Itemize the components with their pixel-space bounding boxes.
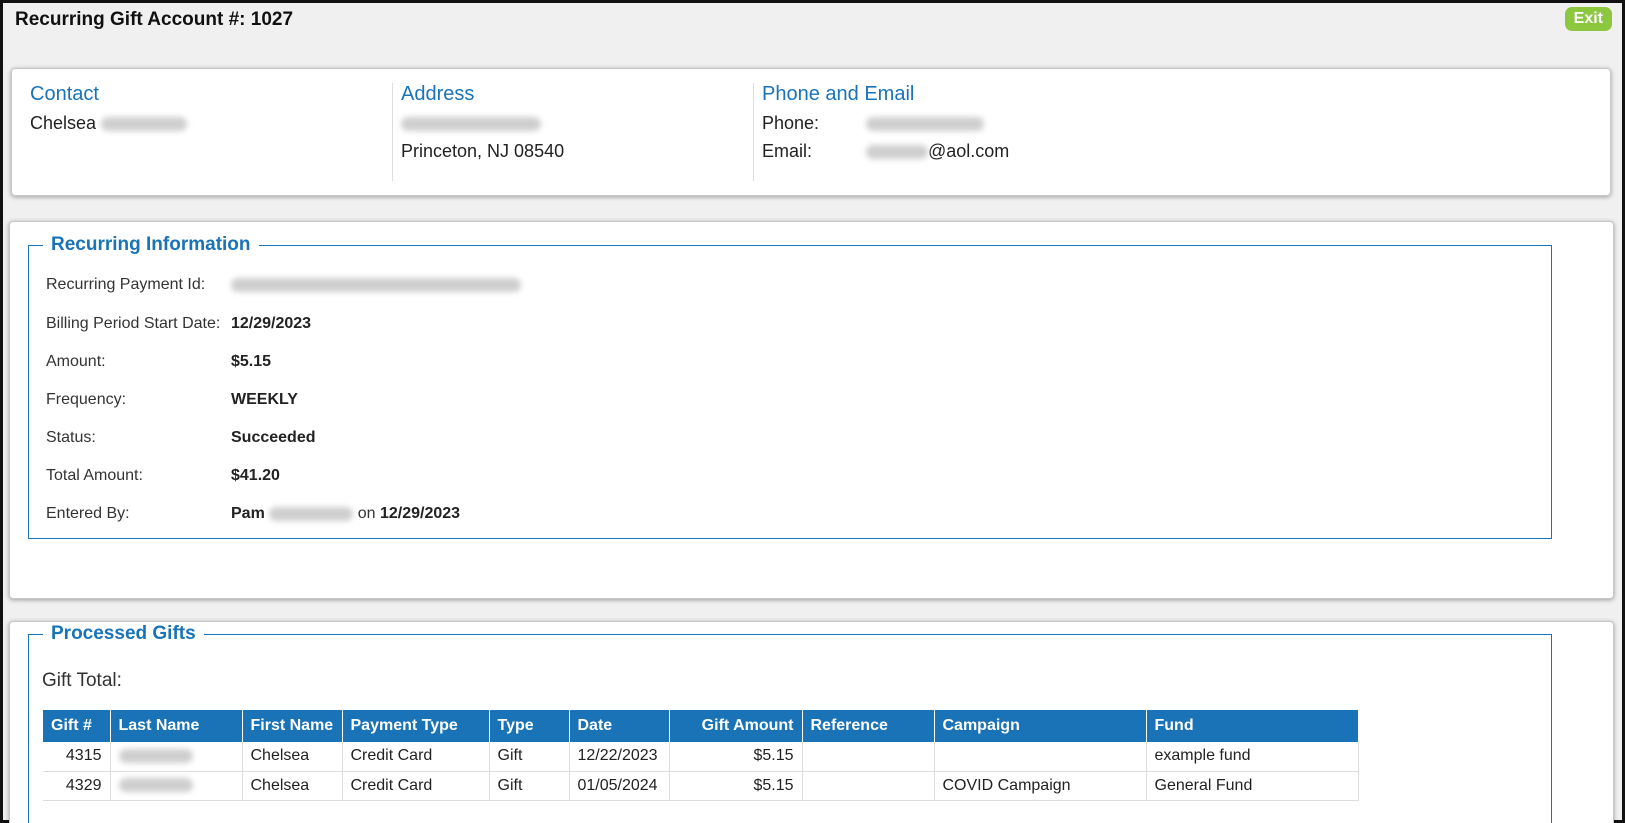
info-row-status: Status: Succeeded xyxy=(46,429,315,447)
cell-first-name: Chelsea xyxy=(242,742,343,772)
contact-title: Contact xyxy=(30,83,99,105)
cell-payment-type: Credit Card xyxy=(342,742,490,772)
info-row-frequency: Frequency: WEEKLY xyxy=(46,391,298,409)
address-column: Address Princeton, NJ 08540 xyxy=(392,83,752,181)
cell-date: 12/22/2023 xyxy=(569,742,670,772)
cell-gift-no: 4315 xyxy=(43,742,111,772)
page-title: Recurring Gift Account #: 1027 xyxy=(15,9,294,30)
cell-type: Gift xyxy=(489,742,570,772)
frequency-label: Frequency: xyxy=(46,391,127,408)
contact-name: Chelsea xyxy=(30,113,382,134)
col-fund[interactable]: Fund xyxy=(1146,710,1359,742)
info-row-amount: Amount: $5.15 xyxy=(46,353,271,371)
redacted-payment-id xyxy=(231,277,521,292)
address-city: Princeton, NJ 08540 xyxy=(401,141,565,161)
col-first-name[interactable]: First Name xyxy=(242,710,343,742)
cell-last-name xyxy=(110,742,243,772)
phone-row: Phone: xyxy=(762,113,1253,134)
entered-date-value: 12/29/2023 xyxy=(379,505,461,522)
redacted-last-name xyxy=(118,778,193,793)
cell-fund: General Fund xyxy=(1146,771,1359,801)
gift-total-label: Gift Total: xyxy=(42,670,122,691)
total-amount-label: Total Amount: xyxy=(46,467,143,484)
cell-campaign xyxy=(934,742,1147,772)
cell-gift-no: 4329 xyxy=(43,771,111,801)
col-date[interactable]: Date xyxy=(569,710,670,742)
entered-on-word: on xyxy=(357,505,376,522)
status-value: Succeeded xyxy=(231,429,316,446)
entered-by-label: Entered By: xyxy=(46,505,130,522)
cell-fund: example fund xyxy=(1146,742,1359,772)
redacted-phone xyxy=(866,117,984,132)
entered-by-first-name: Pam xyxy=(231,505,265,522)
cell-payment-type: Credit Card xyxy=(342,771,490,801)
col-last-name[interactable]: Last Name xyxy=(110,710,243,742)
start-date-value: 12/29/2023 xyxy=(231,315,312,332)
amount-label: Amount: xyxy=(46,353,106,370)
col-gift-amount[interactable]: Gift Amount xyxy=(669,710,803,742)
cell-reference xyxy=(802,771,935,801)
col-reference[interactable]: Reference xyxy=(802,710,935,742)
amount-value: $5.15 xyxy=(231,353,272,370)
table-row[interactable]: 4329 Chelsea Credit Card Gift 01/05/2024… xyxy=(43,771,1359,801)
cell-first-name: Chelsea xyxy=(242,771,343,801)
contact-first-name: Chelsea xyxy=(30,113,97,133)
phone-label: Phone: xyxy=(762,113,820,133)
redacted-last-name xyxy=(101,117,188,132)
contact-panel: Contact Chelsea Address Princeton, NJ 08… xyxy=(11,68,1611,196)
info-row-total-amount: Total Amount: $41.20 xyxy=(46,467,280,485)
cell-reference xyxy=(802,742,935,772)
redacted-entered-by-last-name xyxy=(269,506,354,521)
cell-amount: $5.15 xyxy=(669,771,803,801)
col-payment-type[interactable]: Payment Type xyxy=(342,710,490,742)
table-row[interactable]: 4315 Chelsea Credit Card Gift 12/22/2023… xyxy=(43,742,1359,772)
col-gift-no[interactable]: Gift # xyxy=(43,710,111,742)
col-campaign[interactable]: Campaign xyxy=(934,710,1147,742)
email-row: Email: @aol.com xyxy=(762,141,1253,162)
cell-campaign: COVID Campaign xyxy=(934,771,1147,801)
processed-gifts-panel: Processed Gifts Gift Total: Gift # Last … xyxy=(9,621,1614,823)
cell-amount: $5.15 xyxy=(669,742,803,772)
processed-gifts-legend: Processed Gifts xyxy=(51,623,196,644)
exit-button[interactable]: Exit xyxy=(1564,7,1612,31)
email-domain: @aol.com xyxy=(928,141,1010,161)
frequency-value: WEEKLY xyxy=(231,391,298,408)
recurring-legend: Recurring Information xyxy=(51,234,251,255)
cell-type: Gift xyxy=(489,771,570,801)
start-date-label: Billing Period Start Date: xyxy=(46,315,221,332)
redacted-email-user xyxy=(866,145,928,160)
processed-gifts-table: Gift # Last Name First Name Payment Type… xyxy=(43,710,1359,801)
info-row-entered-by: Entered By: Pam on 12/29/2023 xyxy=(46,505,460,523)
phone-email-title: Phone and Email xyxy=(762,83,915,105)
redacted-last-name xyxy=(118,749,193,764)
address-title: Address xyxy=(401,83,475,105)
info-row-payment-id: Recurring Payment Id: xyxy=(46,276,521,294)
address-street xyxy=(401,113,752,134)
total-amount-value: $41.20 xyxy=(231,467,280,484)
contact-column: Contact Chelsea xyxy=(22,83,382,181)
cell-last-name xyxy=(110,771,243,801)
table-header-row: Gift # Last Name First Name Payment Type… xyxy=(43,710,1359,742)
info-row-start-date: Billing Period Start Date: 12/29/2023 xyxy=(46,315,311,333)
email-label: Email: xyxy=(762,141,813,161)
phone-email-column: Phone and Email Phone: Email: @aol.com xyxy=(753,83,1253,181)
cell-date: 01/05/2024 xyxy=(569,771,670,801)
col-type[interactable]: Type xyxy=(489,710,570,742)
redacted-street xyxy=(401,117,541,132)
recurring-panel: Recurring Information Recurring Payment … xyxy=(9,221,1614,599)
status-label: Status: xyxy=(46,429,96,446)
payment-id-label: Recurring Payment Id: xyxy=(46,276,206,293)
